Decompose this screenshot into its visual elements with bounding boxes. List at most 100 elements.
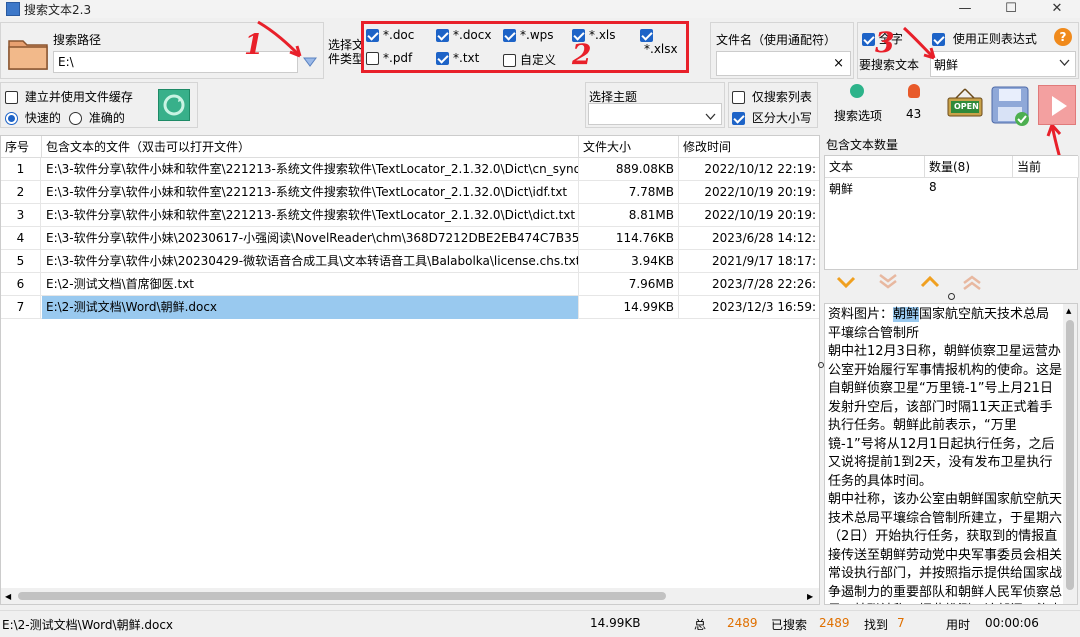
count-panel-title: 包含文本数量 bbox=[826, 138, 899, 152]
annotation-1: 1 bbox=[244, 28, 264, 61]
cache-checkbox[interactable] bbox=[5, 91, 18, 104]
status-path: E:\2-测试文档\Word\朝鲜.docx bbox=[2, 618, 174, 632]
table-row[interactable]: 6 E:\2-测试文档\首席御医.txt 7.96MB 2023/7/28 22:26… bbox=[1, 273, 819, 296]
status-time: 00:00:06 bbox=[985, 616, 1039, 630]
preview-text: 资料图片：朝鲜国家航空航天技术总局平壤综合管制所 朝中社12月3日称，朝鲜侦察卫… bbox=[828, 306, 1062, 604]
only-list-option[interactable]: 仅搜索列表 bbox=[732, 88, 812, 105]
col-header-time[interactable]: 修改时间 bbox=[679, 136, 819, 158]
case-checkbox[interactable] bbox=[732, 112, 745, 125]
refresh-cache-icon[interactable] bbox=[158, 89, 190, 121]
splitter-handle[interactable] bbox=[948, 293, 955, 300]
scroll-left-icon[interactable]: ◀ bbox=[5, 592, 11, 601]
row-path: E:\3-软件分享\软件小妹\20230617-小强阅读\NovelReader… bbox=[42, 227, 579, 250]
col-header-path[interactable]: 包含文本的文件（双击可以打开文件） bbox=[42, 136, 579, 158]
row-index: 4 bbox=[1, 227, 41, 250]
cache-label: 建立并使用文件缓存 bbox=[24, 90, 133, 104]
open-sign-icon[interactable]: OPEN bbox=[946, 88, 984, 120]
row-index: 2 bbox=[1, 181, 41, 204]
theme-select[interactable] bbox=[588, 103, 722, 125]
row-index: 7 bbox=[1, 296, 41, 319]
annotation-2: 2 bbox=[572, 38, 592, 71]
count-row-text[interactable]: 朝鲜 bbox=[829, 180, 853, 197]
grid-scroll-thumb[interactable] bbox=[18, 592, 666, 600]
search-options-label[interactable]: 搜索选项 bbox=[834, 107, 882, 124]
accurate-option[interactable]: 准确的 bbox=[69, 109, 125, 126]
preview-scroll-up-icon[interactable]: ▲ bbox=[1066, 307, 1071, 315]
preview-scrollbar[interactable]: ▲ bbox=[1063, 304, 1077, 604]
case-label: 区分大小写 bbox=[751, 111, 812, 125]
row-index: 3 bbox=[1, 204, 41, 227]
row-path: E:\3-软件分享\软件小妹和软件室\221213-系统文件搜索软件\TextL… bbox=[42, 181, 579, 204]
search-options-gear-icon[interactable] bbox=[850, 84, 864, 98]
only-list-checkbox[interactable] bbox=[732, 91, 745, 104]
status-total: 2489 bbox=[727, 616, 758, 630]
results-grid: 序号 包含文本的文件（双击可以打开文件） 文件大小 修改时间 1 E:\3-软件分… bbox=[0, 135, 820, 605]
only-list-label: 仅搜索列表 bbox=[751, 90, 812, 104]
theme-dropdown-icon[interactable] bbox=[705, 110, 716, 124]
row-size: 14.99KB bbox=[579, 296, 679, 319]
count-col-text[interactable]: 文本 bbox=[825, 156, 925, 178]
table-row[interactable]: 5 E:\3-软件分享\软件小妹\20230429-微软语音合成工具\文本转语音工… bbox=[1, 250, 819, 273]
row-time: 2022/10/12 22:19: bbox=[679, 158, 819, 181]
table-row[interactable]: 4 E:\3-软件分享\软件小妹\20230617-小强阅读\NovelReade… bbox=[1, 227, 819, 250]
row-size: 889.08KB bbox=[579, 158, 679, 181]
search-options-count: 43 bbox=[906, 107, 922, 121]
preview-scroll-thumb[interactable] bbox=[1066, 320, 1074, 590]
row-path: E:\3-软件分享\软件小妹和软件室\221213-系统文件搜索软件\TextL… bbox=[42, 158, 579, 181]
col-header-index[interactable]: 序号 bbox=[1, 136, 42, 158]
status-searched-label: 已搜索 bbox=[771, 618, 808, 632]
row-size: 114.76KB bbox=[579, 227, 679, 250]
row-time: 2023/6/28 14:12: bbox=[679, 227, 819, 250]
accurate-radio[interactable] bbox=[69, 112, 82, 125]
row-path: E:\3-软件分享\软件小妹\20230429-微软语音合成工具\文本转语音工具… bbox=[42, 250, 579, 273]
status-size: 14.99KB bbox=[590, 616, 641, 630]
first-match-icon[interactable] bbox=[962, 273, 982, 294]
previous-match-icon[interactable] bbox=[920, 275, 940, 292]
case-option[interactable]: 区分大小写 bbox=[732, 109, 812, 126]
last-match-icon[interactable] bbox=[878, 273, 898, 294]
flame-icon bbox=[908, 84, 920, 98]
row-time: 2023/12/3 16:59: bbox=[679, 296, 819, 319]
row-path: E:\2-测试文档\Word\朝鲜.docx bbox=[42, 296, 579, 319]
fast-option[interactable]: 快速的 bbox=[5, 109, 61, 126]
vertical-splitter-handle[interactable] bbox=[818, 362, 824, 368]
cache-panel: 建立并使用文件缓存 快速的 准确的 bbox=[0, 82, 198, 128]
count-grid: 文本 数量(8) 当前 朝鲜 8 bbox=[824, 155, 1079, 270]
start-search-play-button[interactable] bbox=[1038, 85, 1076, 125]
row-path: E:\2-测试文档\首席御医.txt bbox=[42, 273, 579, 296]
next-match-icon[interactable] bbox=[836, 275, 856, 292]
fast-label: 快速的 bbox=[24, 111, 61, 125]
theme-panel: 选择主题 bbox=[585, 82, 725, 128]
count-row-count: 8 bbox=[929, 180, 937, 194]
row-size: 8.81MB bbox=[579, 204, 679, 227]
preview-pane[interactable]: 资料图片：朝鲜国家航空航天技术总局平壤综合管制所 朝中社12月3日称，朝鲜侦察卫… bbox=[824, 303, 1078, 605]
accurate-label: 准确的 bbox=[88, 111, 125, 125]
open-sign-text: OPEN bbox=[954, 102, 979, 111]
row-index: 1 bbox=[1, 158, 41, 181]
row-size: 7.96MB bbox=[579, 273, 679, 296]
status-found: 7 bbox=[897, 616, 905, 630]
row-time: 2023/7/28 22:26: bbox=[679, 273, 819, 296]
row-time: 2022/10/19 20:19: bbox=[679, 204, 819, 227]
col-header-size[interactable]: 文件大小 bbox=[579, 136, 679, 158]
save-list-icon[interactable] bbox=[990, 85, 1032, 127]
count-col-current[interactable]: 当前 bbox=[1013, 156, 1079, 178]
count-col-count[interactable]: 数量(8) bbox=[925, 156, 1013, 178]
row-time: 2022/10/19 20:19: bbox=[679, 181, 819, 204]
cache-option[interactable]: 建立并使用文件缓存 bbox=[5, 88, 133, 105]
preview-before: 资料图片： bbox=[828, 307, 894, 322]
status-time-label: 用时 bbox=[946, 618, 971, 632]
row-size: 7.78MB bbox=[579, 181, 679, 204]
table-row[interactable]: 2 E:\3-软件分享\软件小妹和软件室\221213-系统文件搜索软件\Text… bbox=[1, 181, 819, 204]
table-row[interactable]: 3 E:\3-软件分享\软件小妹和软件室\221213-系统文件搜索软件\Text… bbox=[1, 204, 819, 227]
preview-highlight: 朝鲜 bbox=[893, 307, 920, 322]
scroll-right-icon[interactable]: ▶ bbox=[807, 592, 813, 601]
status-total-label: 总 bbox=[694, 618, 707, 632]
row-path: E:\3-软件分享\软件小妹和软件室\221213-系统文件搜索软件\TextL… bbox=[42, 204, 579, 227]
action-toolbar: 搜索选项 43 OPEN bbox=[824, 82, 1080, 128]
row-index: 6 bbox=[1, 273, 41, 296]
table-row[interactable]: 7 E:\2-测试文档\Word\朝鲜.docx 14.99KB 2023/12/3 … bbox=[1, 296, 819, 319]
fast-radio[interactable] bbox=[5, 112, 18, 125]
grid-horizontal-scrollbar[interactable]: ◀ ▶ bbox=[1, 588, 819, 604]
table-row[interactable]: 1 E:\3-软件分享\软件小妹和软件室\221213-系统文件搜索软件\Text… bbox=[1, 158, 819, 181]
